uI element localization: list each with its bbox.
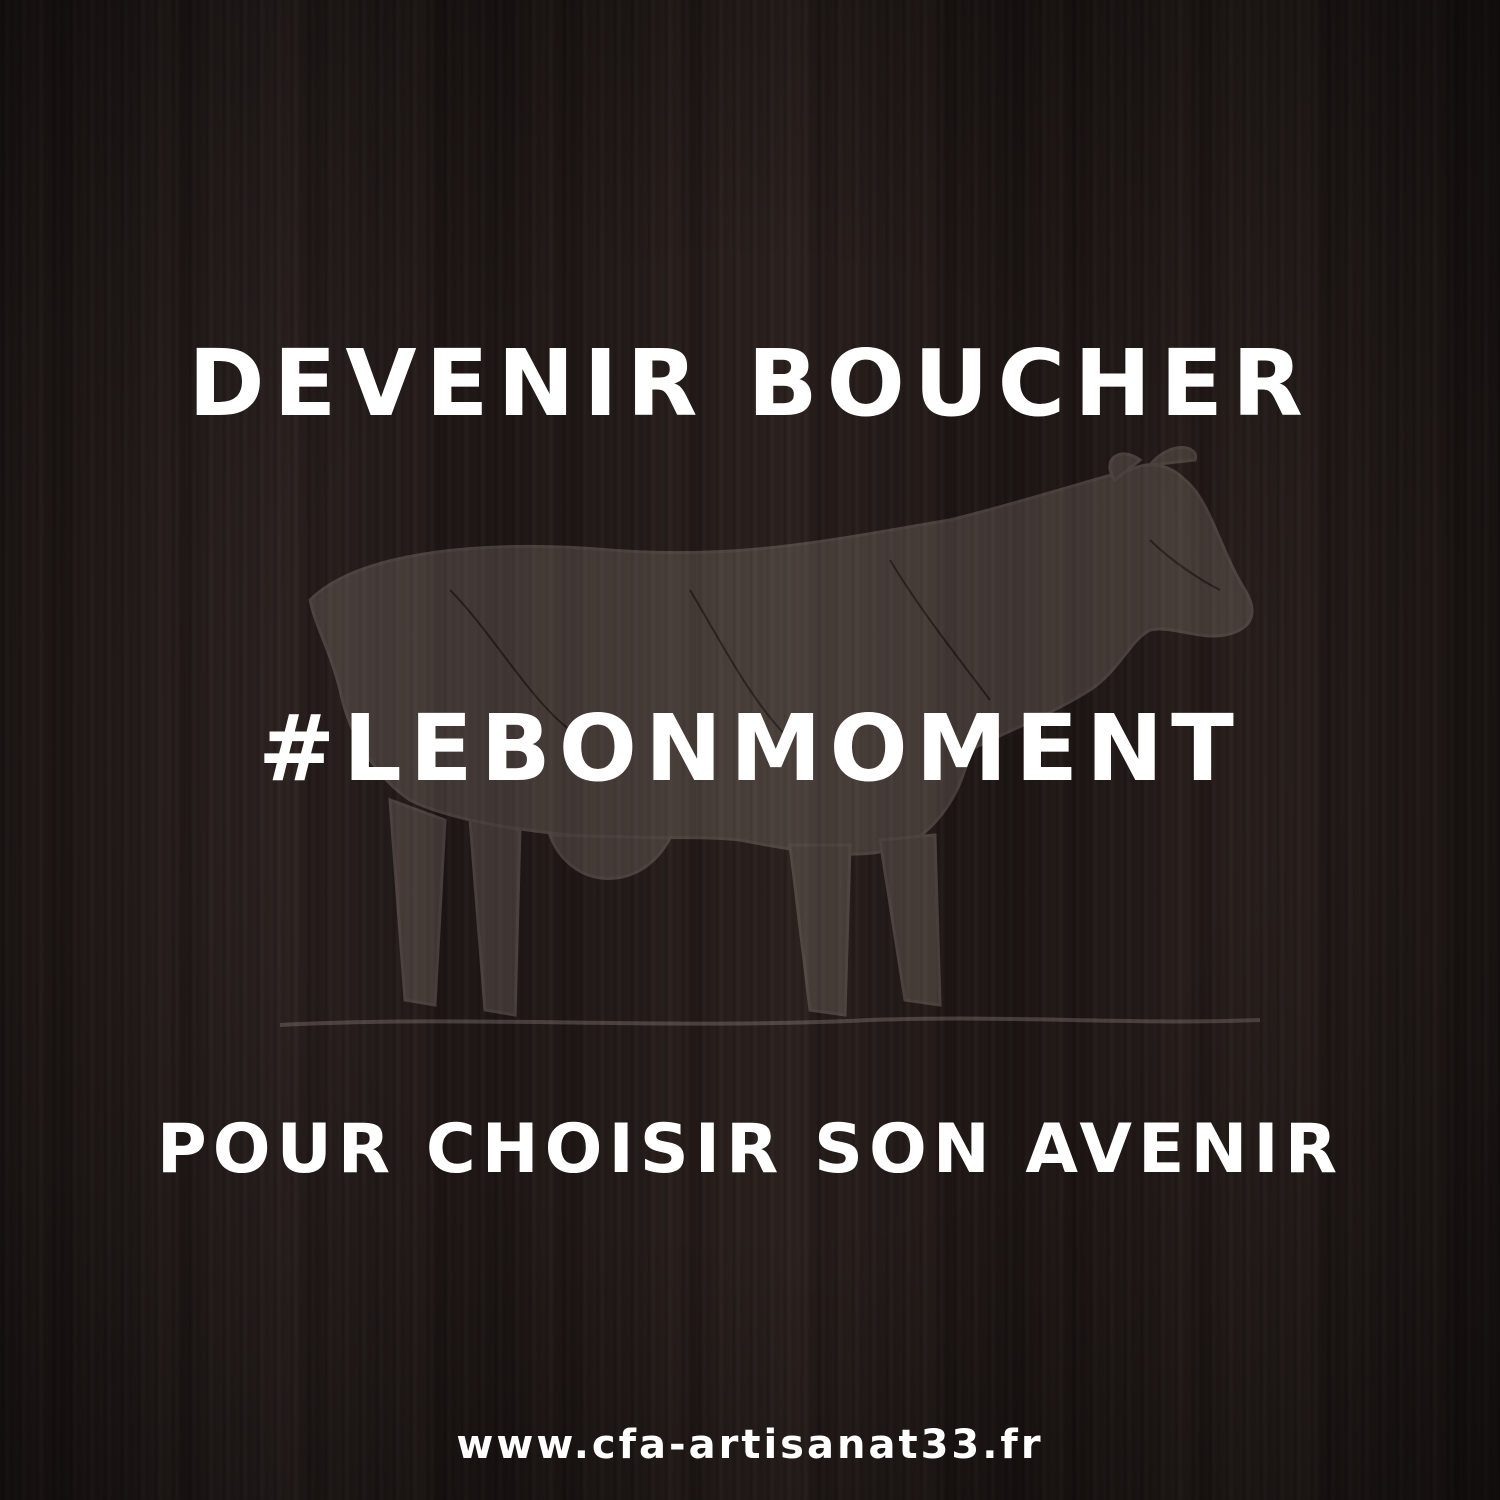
subline: POUR CHOISIR SON AVENIR xyxy=(156,1110,1344,1189)
poster: DEVENIR BOUCHER #LEBONMOMENT POUR CHOISI… xyxy=(0,0,1500,1500)
headline: DEVENIR BOUCHER xyxy=(188,330,1312,437)
hashtag: #LEBONMOMENT xyxy=(258,695,1242,802)
website-link[interactable]: www.cfa-artisanat33.fr xyxy=(0,1422,1500,1468)
